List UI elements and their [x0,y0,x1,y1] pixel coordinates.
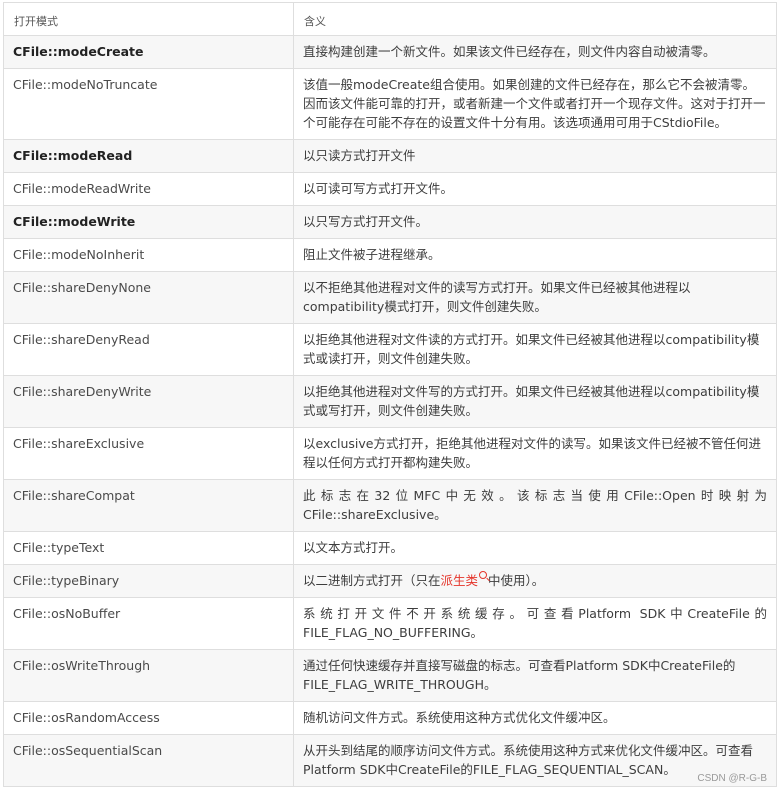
mode-name: CFile::shareDenyRead [3,323,294,376]
mode-desc: 通过任何快速缓存并直接写磁盘的标志。可查看Platform SDK中Create… [293,649,777,702]
table-row: CFile::osSequentialScan 从开头到结尾的顺序访问文件方式。… [3,734,777,787]
table-row: CFile::modeCreate 直接构建创建一个新文件。如果该文件已经存在，… [3,35,777,69]
table-row: CFile::typeText 以文本方式打开。 [3,531,777,565]
mode-name: CFile::modeCreate [3,35,294,69]
header-meaning: 含义 [293,2,777,36]
mode-name: CFile::osNoBuffer [3,597,294,650]
table-row: CFile::modeNoTruncate 该值一般modeCreate组合使用… [3,68,777,140]
mode-name: CFile::modeReadWrite [3,172,294,206]
mode-desc: 以不拒绝其他进程对文件的读写方式打开。如果文件已经被其他进程以compatibi… [293,271,777,324]
search-icon[interactable] [479,571,488,579]
file-mode-table: 打开模式 含义 CFile::modeCreate 直接构建创建一个新文件。如果… [3,2,777,787]
mode-desc: 阻止文件被子进程继承。 [293,238,777,272]
mode-desc: 以exclusive方式打开，拒绝其他进程对文件的读写。如果该文件已经被不管任何… [293,427,777,480]
mode-desc: 随机访问文件方式。系统使用这种方式优化文件缓冲区。 [293,701,777,735]
desc-text-after: 中使用）。 [488,573,545,588]
table-row: CFile::shareDenyWrite 以拒绝其他进程对文件写的方式打开。如… [3,375,777,428]
mode-name: CFile::modeNoInherit [3,238,294,272]
mode-name: CFile::typeText [3,531,294,565]
mode-desc: 直接构建创建一个新文件。如果该文件已经存在，则文件内容自动被清零。 [293,35,777,69]
mode-desc: 以只读方式打开文件 [293,139,777,173]
table-row: CFile::modeWrite 以只写方式打开文件。 [3,205,777,239]
table-row: CFile::osRandomAccess 随机访问文件方式。系统使用这种方式优… [3,701,777,735]
mode-desc: 该值一般modeCreate组合使用。如果创建的文件已经存在，那么它不会被清零。… [293,68,777,140]
table-row: CFile::osWriteThrough 通过任何快速缓存并直接写磁盘的标志。… [3,649,777,702]
mode-desc: 系统打开文件不开系统缓存。可查看Platform SDK中CreateFile的… [293,597,777,650]
table-row: CFile::shareDenyNone 以不拒绝其他进程对文件的读写方式打开。… [3,271,777,324]
table-row: CFile::modeReadWrite 以可读可写方式打开文件。 [3,172,777,206]
desc-text-before: 以二进制方式打开（只在 [303,573,441,588]
mode-name: CFile::osWriteThrough [3,649,294,702]
table-row: CFile::shareDenyRead 以拒绝其他进程对文件读的方式打开。如果… [3,323,777,376]
table-row: CFile::osNoBuffer 系统打开文件不开系统缓存。可查看Platfo… [3,597,777,650]
mode-name: CFile::shareExclusive [3,427,294,480]
mode-name: CFile::osRandomAccess [3,701,294,735]
table-row: CFile::shareExclusive 以exclusive方式打开，拒绝其… [3,427,777,480]
mode-desc: 以拒绝其他进程对文件读的方式打开。如果文件已经被其他进程以compatibili… [293,323,777,376]
mode-desc: 以二进制方式打开（只在派生类 中使用）。 [293,564,777,598]
table-header-row: 打开模式 含义 [3,2,777,36]
mode-name: CFile::shareDenyWrite [3,375,294,428]
table-row: CFile::shareCompat 此标志在32位MFC中无效。该标志当使用C… [3,479,777,532]
table-row: CFile::typeBinary 以二进制方式打开（只在派生类 中使用）。 [3,564,777,598]
mode-desc: 以可读可写方式打开文件。 [293,172,777,206]
mode-name: CFile::osSequentialScan [3,734,294,787]
mode-name: CFile::shareDenyNone [3,271,294,324]
mode-desc: 以文本方式打开。 [293,531,777,565]
mode-name: CFile::shareCompat [3,479,294,532]
mode-name: CFile::modeRead [3,139,294,173]
header-mode: 打开模式 [3,2,294,36]
mode-name: CFile::modeNoTruncate [3,68,294,140]
table-row: CFile::modeNoInherit 阻止文件被子进程继承。 [3,238,777,272]
mode-desc: 以拒绝其他进程对文件写的方式打开。如果文件已经被其他进程以compatibili… [293,375,777,428]
table-row: CFile::modeRead 以只读方式打开文件 [3,139,777,173]
mode-desc: 此标志在32位MFC中无效。该标志当使用CFile::Open时映射为CFile… [293,479,777,532]
mode-name: CFile::typeBinary [3,564,294,598]
derived-class-link[interactable]: 派生类 [441,573,479,588]
mode-name: CFile::modeWrite [3,205,294,239]
mode-desc: 以只写方式打开文件。 [293,205,777,239]
watermark: CSDN @R-G-B [697,773,767,784]
